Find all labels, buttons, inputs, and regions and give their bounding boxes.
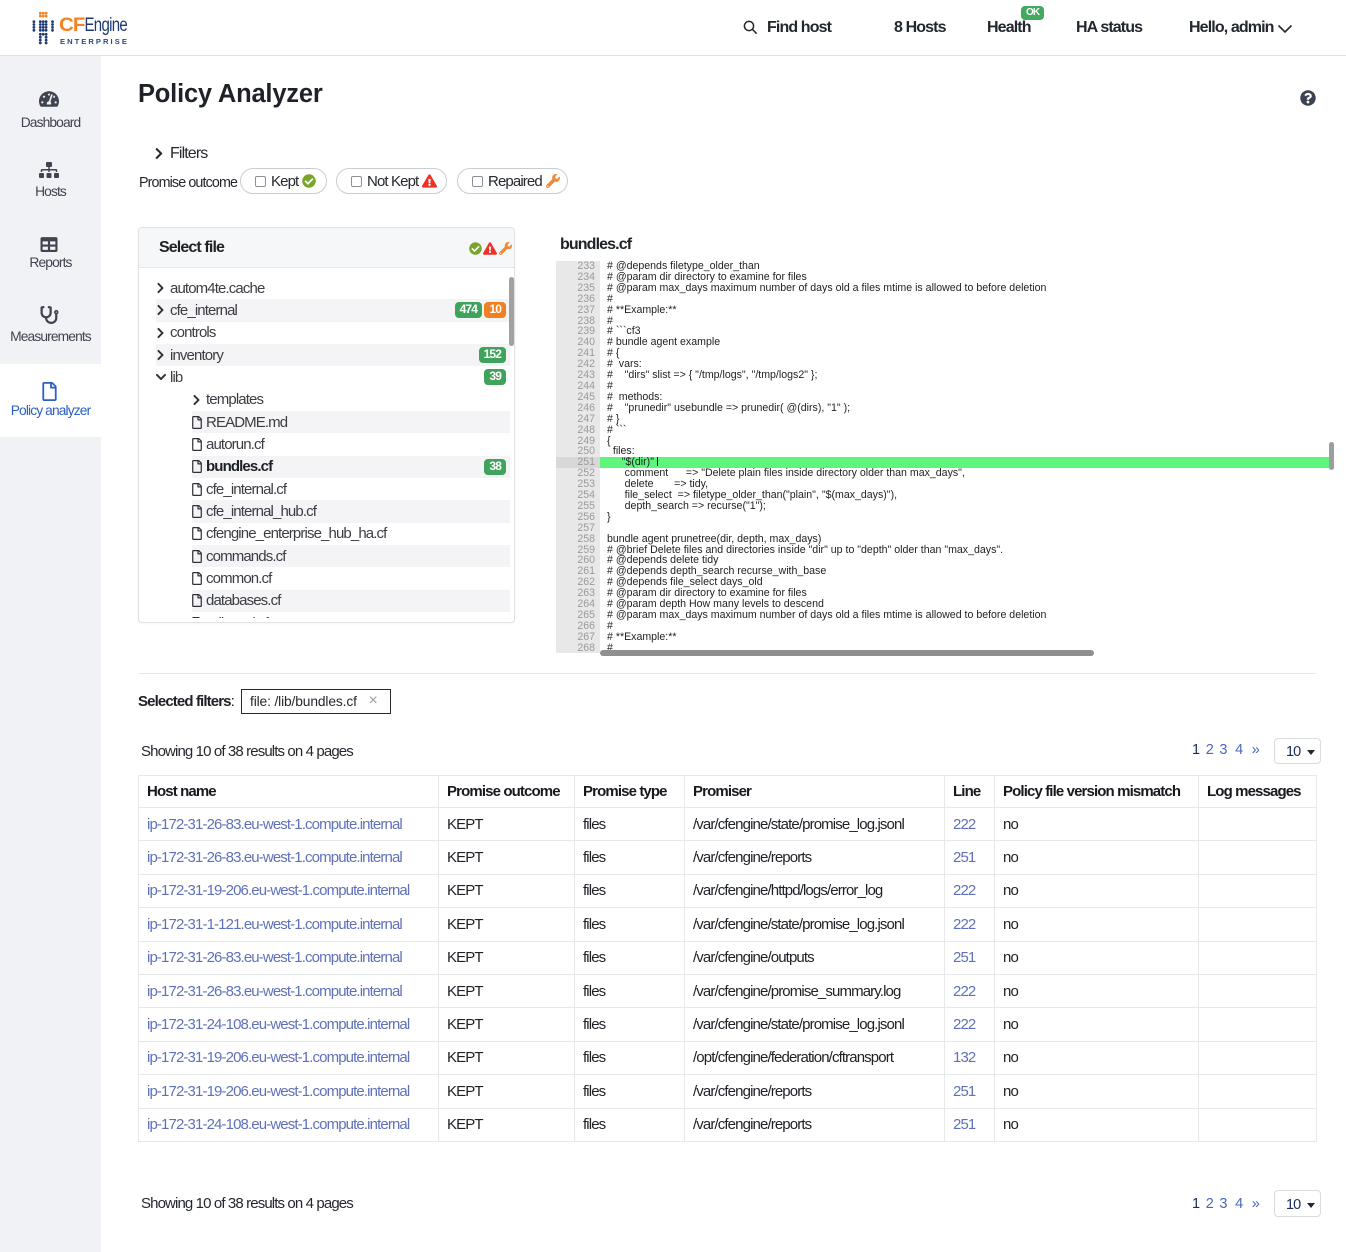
svg-text:Engine: Engine [85,15,128,36]
svg-text:ENTERPRISE: ENTERPRISE [60,37,127,46]
svg-text:CF: CF [59,15,85,36]
